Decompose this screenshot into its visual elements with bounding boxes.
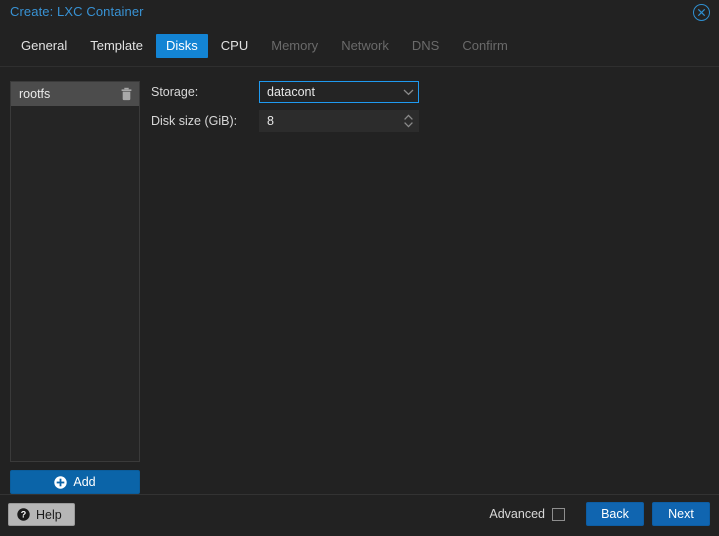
disk-size-stepper[interactable]: 8 xyxy=(259,110,419,132)
dialog-content: rootfs Add Storage: datacont Disk size (… xyxy=(0,67,719,494)
tab-template[interactable]: Template xyxy=(80,34,153,58)
disk-list-item-label: rootfs xyxy=(19,87,51,101)
trash-glyph xyxy=(121,87,132,101)
advanced-label: Advanced xyxy=(489,507,545,521)
tab-memory: Memory xyxy=(271,38,319,53)
question-circle-glyph: ? xyxy=(17,508,30,521)
svg-text:?: ? xyxy=(21,510,27,520)
storage-field-row: Storage: datacont xyxy=(151,81,631,103)
back-button[interactable]: Back xyxy=(586,502,644,526)
disk-list-panel: rootfs xyxy=(10,81,140,462)
wizard-tabbar: General Template Disks CPU Memory Networ… xyxy=(0,26,719,67)
tab-cpu[interactable]: CPU xyxy=(211,34,258,58)
disk-size-field-row: Disk size (GiB): 8 xyxy=(151,110,631,132)
add-disk-button-label: Add xyxy=(73,475,96,489)
storage-label: Storage: xyxy=(151,85,199,99)
spinner-updown-icon[interactable] xyxy=(398,111,418,131)
dialog-titlebar: Create: LXC Container xyxy=(0,0,719,26)
spinner-updown-glyph xyxy=(403,114,413,128)
tab-confirm: Confirm xyxy=(462,38,508,53)
disk-settings-form: Storage: datacont Disk size (GiB): 8 xyxy=(151,81,631,139)
help-button[interactable]: ? Help xyxy=(8,503,75,526)
tab-network: Network xyxy=(341,38,389,53)
disk-size-value: 8 xyxy=(267,114,274,128)
chevron-down-glyph xyxy=(403,89,413,96)
storage-select[interactable]: datacont xyxy=(259,81,419,103)
tab-disks[interactable]: Disks xyxy=(156,34,208,58)
storage-select-value: datacont xyxy=(267,85,315,99)
add-disk-button[interactable]: Add xyxy=(10,470,140,494)
disk-size-label: Disk size (GiB): xyxy=(151,114,238,128)
footer-actions: Advanced Back Next xyxy=(489,502,710,526)
close-x-glyph xyxy=(697,8,706,17)
question-circle-icon: ? xyxy=(17,508,30,521)
advanced-checkbox[interactable] xyxy=(552,507,565,521)
close-icon[interactable] xyxy=(693,4,710,21)
tab-general[interactable]: General xyxy=(11,34,77,58)
create-lxc-container-dialog: Create: LXC Container General Template D… xyxy=(0,0,719,536)
plus-circle-icon xyxy=(54,475,68,489)
tab-dns: DNS xyxy=(411,38,440,53)
trash-icon[interactable] xyxy=(120,87,133,101)
dialog-title: Create: LXC Container xyxy=(10,4,144,19)
help-button-label: Help xyxy=(36,507,62,522)
next-button[interactable]: Next xyxy=(652,502,710,526)
list-item[interactable]: rootfs xyxy=(11,82,139,106)
chevron-down-icon[interactable] xyxy=(398,82,418,102)
dialog-footer: ? Help Advanced Back Next xyxy=(0,494,719,536)
plus-circle-glyph xyxy=(54,475,68,489)
